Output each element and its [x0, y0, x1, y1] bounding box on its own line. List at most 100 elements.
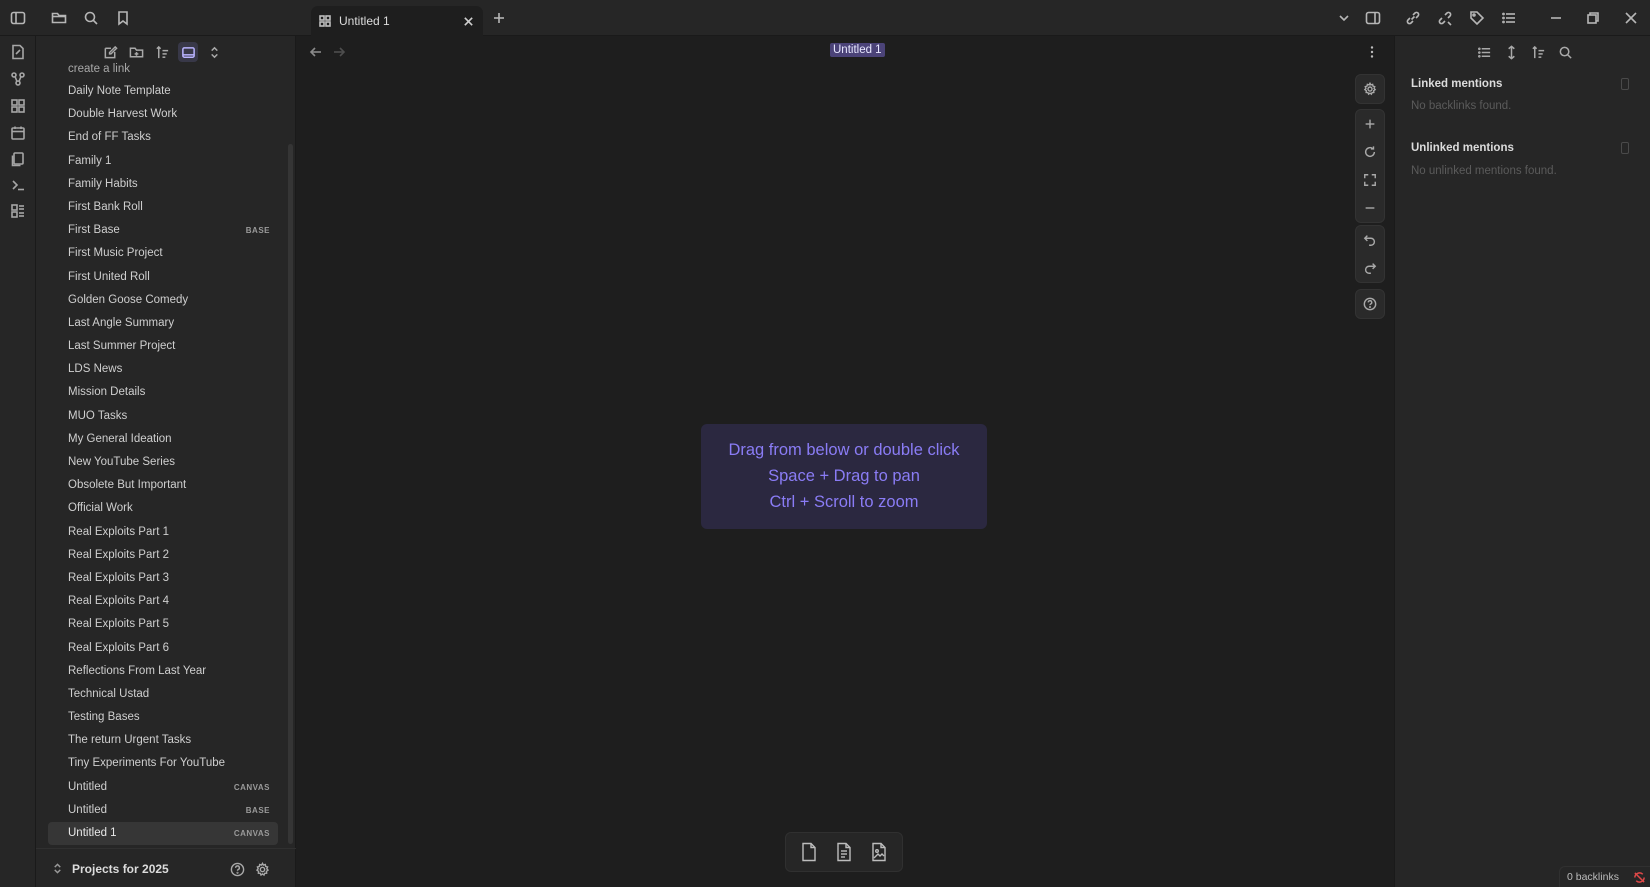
templates-icon[interactable]	[8, 149, 28, 169]
vault-switcher-chevron-icon[interactable]	[50, 861, 64, 875]
file-item[interactable]: Last Angle Summary	[48, 312, 278, 335]
file-item[interactable]: Reflections From Last Year	[48, 660, 278, 683]
zoom-out-icon[interactable]	[1356, 194, 1384, 222]
file-item[interactable]: Untitled CANVAS	[48, 776, 278, 799]
outgoing-links-icon[interactable]	[1435, 8, 1455, 28]
unlinked-mentions-heading[interactable]: Unlinked mentions	[1411, 142, 1514, 154]
forward-arrow-icon[interactable]	[329, 42, 349, 62]
file-item[interactable]: Tiny Experiments For YouTube	[48, 752, 278, 775]
backlinks-count[interactable]: 0 backlinks	[1567, 871, 1619, 883]
right-sidebar-toggle-icon[interactable]	[1363, 8, 1383, 28]
file-type-badge: BASE	[245, 226, 270, 236]
canvas-view[interactable]: Untitled 1 Drag from below or double cli…	[296, 36, 1394, 887]
new-note-icon[interactable]	[8, 42, 28, 62]
file-item[interactable]: Testing Bases	[48, 706, 278, 729]
canvas-help-icon[interactable]	[1356, 290, 1384, 318]
file-item[interactable]: First Bank Roll	[48, 196, 278, 219]
file-item-label: The return Urgent Tasks	[68, 734, 192, 747]
file-item[interactable]: Obsolete But Important	[48, 474, 278, 497]
sync-off-icon[interactable]	[1632, 870, 1646, 884]
file-item[interactable]: Mission Details	[48, 381, 278, 404]
file-item[interactable]: Real Exploits Part 4	[48, 590, 278, 613]
file-item[interactable]: MUO Tasks	[48, 405, 278, 428]
minimize-icon[interactable]	[1546, 8, 1566, 28]
folder-icon[interactable]	[49, 8, 69, 28]
auto-reveal-button[interactable]	[178, 42, 198, 62]
file-item[interactable]: Real Exploits Part 2	[48, 544, 278, 567]
file-item[interactable]: Technical Ustad	[48, 683, 278, 706]
file-item[interactable]: New YouTube Series	[48, 451, 278, 474]
hint-line-1: Drag from below or double click	[728, 441, 960, 459]
file-item-label: Daily Note Template	[68, 85, 171, 97]
linked-mentions-heading[interactable]: Linked mentions	[1411, 78, 1502, 90]
file-item[interactable]: Real Exploits Part 5	[48, 613, 278, 636]
add-media-icon[interactable]	[865, 838, 893, 866]
new-tab-icon[interactable]	[489, 8, 509, 28]
command-palette-icon[interactable]	[8, 175, 28, 195]
file-item[interactable]: End of FF Tasks	[48, 126, 278, 149]
close-tab-icon[interactable]	[461, 14, 475, 28]
new-folder-button[interactable]	[126, 42, 146, 62]
file-item[interactable]: First Base BASE	[48, 219, 278, 242]
canvas-history-group	[1355, 225, 1385, 283]
sort-button[interactable]	[152, 42, 172, 62]
file-item[interactable]: Real Exploits Part 6	[48, 637, 278, 660]
outline-icon[interactable]	[1499, 8, 1519, 28]
bookmark-icon[interactable]	[113, 8, 133, 28]
file-item[interactable]: LDS News	[48, 358, 278, 381]
file-item[interactable]: Untitled BASE	[48, 799, 278, 822]
file-item-label: First Base	[68, 224, 120, 237]
file-item[interactable]: Real Exploits Part 1	[48, 521, 278, 544]
graph-view-icon[interactable]	[8, 69, 28, 89]
undo-icon[interactable]	[1356, 226, 1384, 254]
add-note-icon[interactable]	[830, 838, 858, 866]
file-type-badge: CANVAS	[233, 782, 270, 792]
redo-icon[interactable]	[1356, 254, 1384, 282]
more-options-icon[interactable]	[1362, 42, 1382, 62]
back-arrow-icon[interactable]	[306, 42, 326, 62]
search-backlinks-icon[interactable]	[1555, 42, 1575, 62]
file-item-label: First Music Project	[68, 247, 163, 260]
canvas-node-toolbar	[785, 832, 903, 872]
file-item[interactable]: Family Habits	[48, 173, 278, 196]
zoom-in-icon[interactable]	[1356, 110, 1384, 138]
show-more-context-icon[interactable]	[1501, 42, 1521, 62]
close-window-icon[interactable]	[1621, 8, 1641, 28]
file-item[interactable]: First Music Project	[48, 242, 278, 265]
file-item[interactable]: Real Exploits Part 3	[48, 567, 278, 590]
tab-list-chevron-icon[interactable]	[1334, 8, 1354, 28]
file-item[interactable]: Official Work	[48, 497, 278, 520]
add-card-icon[interactable]	[795, 838, 823, 866]
tab-untitled-1[interactable]: Untitled 1	[311, 6, 483, 36]
file-item[interactable]: Golden Goose Comedy	[48, 289, 278, 312]
new-note-button[interactable]	[100, 42, 120, 62]
file-item[interactable]: Double Harvest Work	[48, 103, 278, 126]
collapse-results-icon[interactable]	[1474, 42, 1494, 62]
vault-name[interactable]: Projects for 2025	[72, 862, 169, 876]
canvas-icon[interactable]	[8, 96, 28, 116]
file-explorer-scrollbar[interactable]	[288, 144, 293, 844]
reset-zoom-icon[interactable]	[1356, 138, 1384, 166]
file-item[interactable]: The return Urgent Tasks	[48, 729, 278, 752]
file-item[interactable]: Untitled 1 CANVAS	[48, 822, 278, 846]
view-title[interactable]: Untitled 1	[830, 43, 885, 57]
bases-icon[interactable]	[8, 201, 28, 221]
file-item[interactable]: Family 1	[48, 150, 278, 173]
collapse-all-button[interactable]	[204, 42, 224, 62]
help-icon[interactable]	[228, 860, 246, 878]
canvas-settings-gear-icon[interactable]	[1356, 75, 1384, 103]
zoom-to-fit-icon[interactable]	[1356, 166, 1384, 194]
tags-icon[interactable]	[1467, 8, 1487, 28]
calendar-icon[interactable]	[8, 123, 28, 143]
file-item[interactable]: Last Summer Project	[48, 335, 278, 358]
file-item[interactable]: First United Roll	[48, 266, 278, 289]
sort-backlinks-icon[interactable]	[1528, 42, 1548, 62]
settings-gear-icon[interactable]	[253, 860, 271, 878]
backlinks-icon[interactable]	[1403, 8, 1423, 28]
file-item[interactable]: Daily Note Template	[48, 80, 278, 103]
sidebar-toggle-icon[interactable]	[8, 8, 28, 28]
search-icon[interactable]	[81, 8, 101, 28]
restore-icon[interactable]	[1583, 8, 1603, 28]
file-item[interactable]: create a link	[48, 60, 278, 80]
file-item[interactable]: My General Ideation	[48, 428, 278, 451]
